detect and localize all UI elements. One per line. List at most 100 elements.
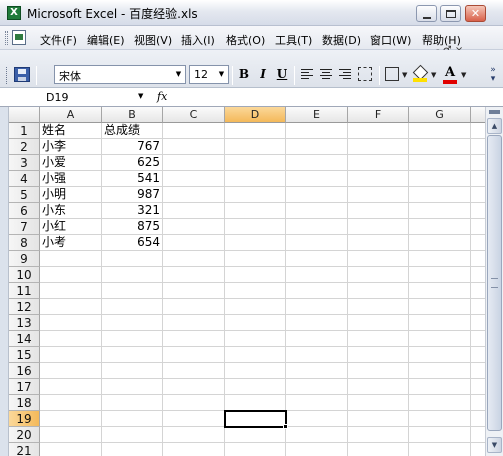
table-cell[interactable] [163,315,225,331]
table-cell[interactable] [348,123,409,139]
table-cell[interactable] [40,331,102,347]
table-cell[interactable] [40,395,102,411]
table-cell[interactable] [286,283,348,299]
table-cell[interactable] [348,219,409,235]
italic-button[interactable]: I [254,65,272,84]
align-center-icon[interactable] [320,69,332,79]
row-header[interactable]: 18 [9,395,40,411]
table-cell[interactable] [225,411,286,427]
toolbar-grip-handle[interactable] [6,67,9,84]
table-cell[interactable] [102,267,163,283]
table-cell[interactable]: 小强 [40,171,102,187]
table-cell[interactable] [471,219,485,235]
font-name-select[interactable]: 宋体 ▼ [54,65,186,84]
table-cell[interactable] [286,187,348,203]
table-cell[interactable] [348,379,409,395]
table-cell[interactable] [409,203,471,219]
table-cell[interactable] [225,219,286,235]
table-cell[interactable]: 小红 [40,219,102,235]
table-cell[interactable] [40,299,102,315]
table-cell[interactable] [163,203,225,219]
row-header[interactable]: 6 [9,203,40,219]
table-cell[interactable] [471,123,485,139]
table-cell[interactable] [348,203,409,219]
row-header[interactable]: 15 [9,347,40,363]
table-cell[interactable] [471,155,485,171]
table-cell[interactable] [409,379,471,395]
table-cell[interactable] [225,379,286,395]
table-cell[interactable] [409,411,471,427]
close-button[interactable]: ✕ [465,5,486,22]
table-cell[interactable] [163,235,225,251]
save-icon[interactable] [14,67,30,82]
split-handle[interactable] [489,110,500,114]
table-cell[interactable] [409,315,471,331]
table-cell[interactable] [471,411,485,427]
table-cell[interactable]: 小明 [40,187,102,203]
table-cell[interactable] [286,331,348,347]
row-header[interactable]: 17 [9,379,40,395]
scroll-up-icon[interactable]: ▲ [487,118,502,134]
row-header[interactable]: 16 [9,363,40,379]
table-cell[interactable] [471,267,485,283]
chevron-down-icon[interactable]: ▼ [173,67,184,82]
table-cell[interactable] [286,395,348,411]
table-cell[interactable] [471,363,485,379]
menu-data[interactable]: 数据(D) [322,32,361,48]
scroll-down-icon[interactable]: ▼ [487,437,502,453]
table-cell[interactable] [471,187,485,203]
table-cell[interactable] [102,363,163,379]
table-cell[interactable] [348,251,409,267]
row-header[interactable]: 4 [9,171,40,187]
table-cell[interactable] [348,235,409,251]
chevron-down-icon[interactable]: ▼ [138,92,143,100]
table-cell[interactable] [163,331,225,347]
table-cell[interactable] [409,443,471,456]
table-cell[interactable] [102,395,163,411]
borders-icon[interactable] [385,67,399,81]
row-header[interactable]: 8 [9,235,40,251]
table-cell[interactable] [102,283,163,299]
table-cell[interactable] [348,395,409,411]
table-cell[interactable] [225,347,286,363]
fill-handle[interactable] [283,424,288,429]
table-cell[interactable] [40,315,102,331]
table-cell[interactable] [40,283,102,299]
column-header[interactable]: A [40,107,102,123]
table-cell[interactable] [163,155,225,171]
table-cell[interactable] [348,363,409,379]
table-cell[interactable] [286,379,348,395]
name-box[interactable]: D19 ▼ [34,89,143,106]
table-cell[interactable] [40,347,102,363]
table-cell[interactable] [225,139,286,155]
fill-color-icon[interactable] [413,67,427,82]
table-cell[interactable] [102,315,163,331]
table-cell[interactable] [163,139,225,155]
table-cell[interactable] [286,171,348,187]
table-cell[interactable] [286,315,348,331]
menu-window[interactable]: 窗口(W) [370,32,411,48]
table-cell[interactable] [471,251,485,267]
table-cell[interactable] [409,139,471,155]
table-cell[interactable] [409,235,471,251]
table-cell[interactable] [163,411,225,427]
underline-button[interactable]: U [273,65,291,84]
row-header[interactable]: 21 [9,443,40,456]
table-cell[interactable] [102,299,163,315]
table-cell[interactable] [286,267,348,283]
table-cell[interactable]: 小爱 [40,155,102,171]
table-cell[interactable] [163,283,225,299]
table-cell[interactable] [409,347,471,363]
table-cell[interactable] [409,363,471,379]
table-cell[interactable] [163,219,225,235]
menu-tools[interactable]: 工具(T) [275,32,312,48]
table-cell[interactable] [286,347,348,363]
table-cell[interactable] [102,443,163,456]
table-cell[interactable] [163,299,225,315]
row-header[interactable]: 19 [9,411,40,427]
table-cell[interactable] [409,299,471,315]
minimize-button[interactable] [416,5,437,22]
table-cell[interactable] [471,139,485,155]
bold-button[interactable]: B [235,65,253,84]
table-cell[interactable] [40,427,102,443]
